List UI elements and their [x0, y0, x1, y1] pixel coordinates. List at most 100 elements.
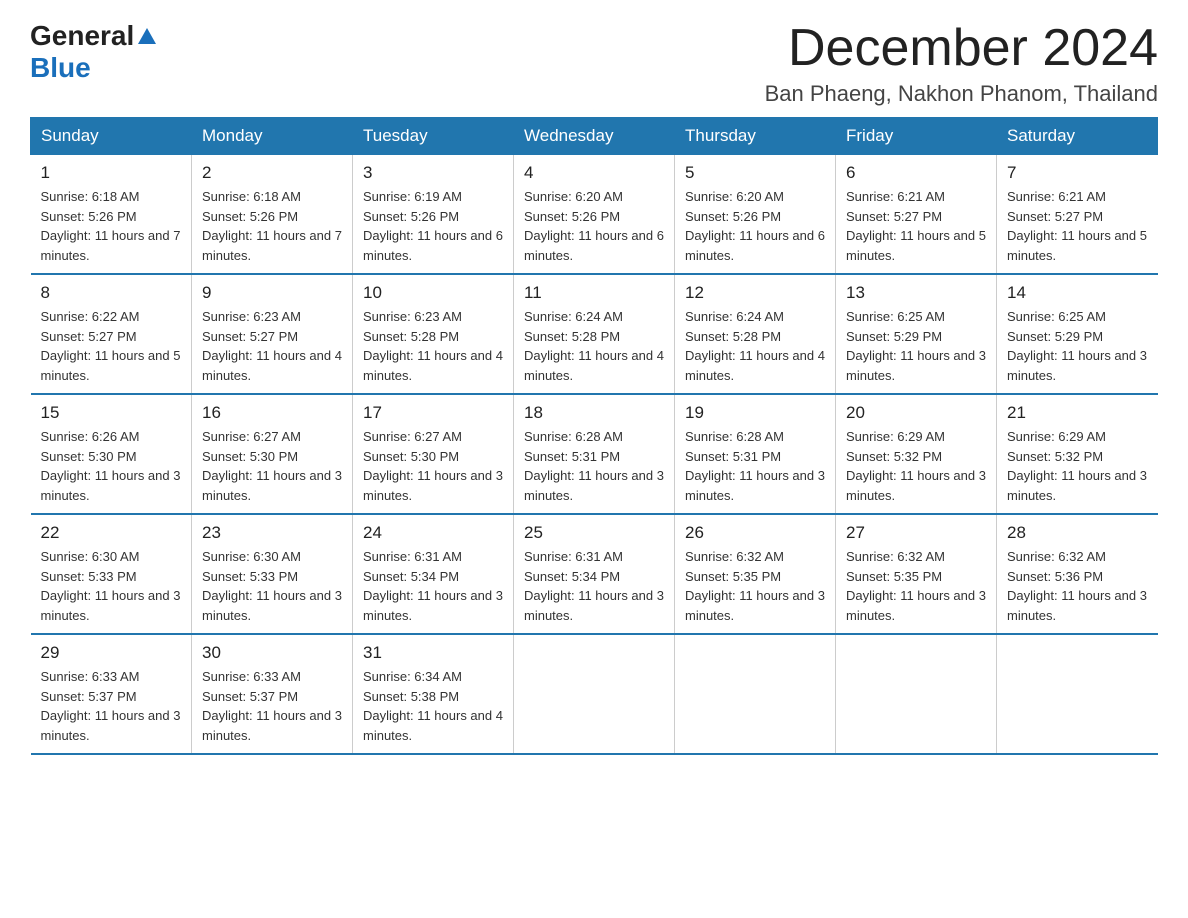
day-info: Sunrise: 6:32 AM Sunset: 5:35 PM Dayligh… [685, 547, 825, 625]
calendar-cell: 2 Sunrise: 6:18 AM Sunset: 5:26 PM Dayli… [192, 155, 353, 275]
day-info: Sunrise: 6:25 AM Sunset: 5:29 PM Dayligh… [846, 307, 986, 385]
day-header-monday: Monday [192, 118, 353, 155]
day-info: Sunrise: 6:31 AM Sunset: 5:34 PM Dayligh… [363, 547, 503, 625]
day-number: 14 [1007, 283, 1148, 303]
day-number: 1 [41, 163, 182, 183]
calendar-cell: 5 Sunrise: 6:20 AM Sunset: 5:26 PM Dayli… [675, 155, 836, 275]
calendar-week-row: 29 Sunrise: 6:33 AM Sunset: 5:37 PM Dayl… [31, 634, 1158, 754]
calendar-cell: 31 Sunrise: 6:34 AM Sunset: 5:38 PM Dayl… [353, 634, 514, 754]
calendar-cell: 28 Sunrise: 6:32 AM Sunset: 5:36 PM Dayl… [997, 514, 1158, 634]
day-number: 21 [1007, 403, 1148, 423]
day-info: Sunrise: 6:21 AM Sunset: 5:27 PM Dayligh… [1007, 187, 1148, 265]
calendar-cell: 22 Sunrise: 6:30 AM Sunset: 5:33 PM Dayl… [31, 514, 192, 634]
calendar-cell [836, 634, 997, 754]
calendar-cell: 16 Sunrise: 6:27 AM Sunset: 5:30 PM Dayl… [192, 394, 353, 514]
day-number: 18 [524, 403, 664, 423]
day-number: 27 [846, 523, 986, 543]
logo-blue-text: Blue [30, 52, 91, 84]
calendar-week-row: 22 Sunrise: 6:30 AM Sunset: 5:33 PM Dayl… [31, 514, 1158, 634]
day-info: Sunrise: 6:33 AM Sunset: 5:37 PM Dayligh… [202, 667, 342, 745]
calendar-header-row: SundayMondayTuesdayWednesdayThursdayFrid… [31, 118, 1158, 155]
calendar-cell: 26 Sunrise: 6:32 AM Sunset: 5:35 PM Dayl… [675, 514, 836, 634]
day-info: Sunrise: 6:24 AM Sunset: 5:28 PM Dayligh… [524, 307, 664, 385]
calendar-cell: 24 Sunrise: 6:31 AM Sunset: 5:34 PM Dayl… [353, 514, 514, 634]
calendar-week-row: 8 Sunrise: 6:22 AM Sunset: 5:27 PM Dayli… [31, 274, 1158, 394]
day-number: 4 [524, 163, 664, 183]
calendar-cell: 25 Sunrise: 6:31 AM Sunset: 5:34 PM Dayl… [514, 514, 675, 634]
calendar-cell: 3 Sunrise: 6:19 AM Sunset: 5:26 PM Dayli… [353, 155, 514, 275]
calendar-week-row: 1 Sunrise: 6:18 AM Sunset: 5:26 PM Dayli… [31, 155, 1158, 275]
day-number: 11 [524, 283, 664, 303]
logo: General Blue [30, 20, 158, 84]
calendar-cell: 29 Sunrise: 6:33 AM Sunset: 5:37 PM Dayl… [31, 634, 192, 754]
day-number: 10 [363, 283, 503, 303]
day-header-wednesday: Wednesday [514, 118, 675, 155]
day-info: Sunrise: 6:20 AM Sunset: 5:26 PM Dayligh… [685, 187, 825, 265]
calendar-cell: 4 Sunrise: 6:20 AM Sunset: 5:26 PM Dayli… [514, 155, 675, 275]
day-info: Sunrise: 6:29 AM Sunset: 5:32 PM Dayligh… [1007, 427, 1148, 505]
day-info: Sunrise: 6:32 AM Sunset: 5:35 PM Dayligh… [846, 547, 986, 625]
logo-general-text: General [30, 20, 134, 52]
calendar-cell: 13 Sunrise: 6:25 AM Sunset: 5:29 PM Dayl… [836, 274, 997, 394]
day-number: 16 [202, 403, 342, 423]
day-info: Sunrise: 6:26 AM Sunset: 5:30 PM Dayligh… [41, 427, 182, 505]
day-number: 3 [363, 163, 503, 183]
day-header-sunday: Sunday [31, 118, 192, 155]
day-info: Sunrise: 6:22 AM Sunset: 5:27 PM Dayligh… [41, 307, 182, 385]
day-info: Sunrise: 6:30 AM Sunset: 5:33 PM Dayligh… [41, 547, 182, 625]
day-info: Sunrise: 6:18 AM Sunset: 5:26 PM Dayligh… [202, 187, 342, 265]
day-info: Sunrise: 6:32 AM Sunset: 5:36 PM Dayligh… [1007, 547, 1148, 625]
day-number: 13 [846, 283, 986, 303]
day-number: 20 [846, 403, 986, 423]
day-info: Sunrise: 6:23 AM Sunset: 5:28 PM Dayligh… [363, 307, 503, 385]
day-info: Sunrise: 6:30 AM Sunset: 5:33 PM Dayligh… [202, 547, 342, 625]
calendar-table: SundayMondayTuesdayWednesdayThursdayFrid… [30, 117, 1158, 755]
day-number: 19 [685, 403, 825, 423]
calendar-cell: 15 Sunrise: 6:26 AM Sunset: 5:30 PM Dayl… [31, 394, 192, 514]
calendar-cell: 14 Sunrise: 6:25 AM Sunset: 5:29 PM Dayl… [997, 274, 1158, 394]
day-number: 17 [363, 403, 503, 423]
calendar-title: December 2024 [765, 20, 1158, 77]
day-number: 30 [202, 643, 342, 663]
day-info: Sunrise: 6:27 AM Sunset: 5:30 PM Dayligh… [363, 427, 503, 505]
calendar-cell: 8 Sunrise: 6:22 AM Sunset: 5:27 PM Dayli… [31, 274, 192, 394]
calendar-cell [997, 634, 1158, 754]
calendar-cell: 23 Sunrise: 6:30 AM Sunset: 5:33 PM Dayl… [192, 514, 353, 634]
day-number: 22 [41, 523, 182, 543]
day-number: 15 [41, 403, 182, 423]
calendar-cell: 9 Sunrise: 6:23 AM Sunset: 5:27 PM Dayli… [192, 274, 353, 394]
day-number: 8 [41, 283, 182, 303]
day-info: Sunrise: 6:31 AM Sunset: 5:34 PM Dayligh… [524, 547, 664, 625]
day-info: Sunrise: 6:21 AM Sunset: 5:27 PM Dayligh… [846, 187, 986, 265]
day-number: 6 [846, 163, 986, 183]
title-block: December 2024 Ban Phaeng, Nakhon Phanom,… [765, 20, 1158, 107]
day-info: Sunrise: 6:24 AM Sunset: 5:28 PM Dayligh… [685, 307, 825, 385]
day-number: 29 [41, 643, 182, 663]
calendar-cell: 1 Sunrise: 6:18 AM Sunset: 5:26 PM Dayli… [31, 155, 192, 275]
day-number: 25 [524, 523, 664, 543]
day-header-saturday: Saturday [997, 118, 1158, 155]
day-number: 9 [202, 283, 342, 303]
calendar-cell [675, 634, 836, 754]
calendar-cell: 18 Sunrise: 6:28 AM Sunset: 5:31 PM Dayl… [514, 394, 675, 514]
day-info: Sunrise: 6:18 AM Sunset: 5:26 PM Dayligh… [41, 187, 182, 265]
day-info: Sunrise: 6:28 AM Sunset: 5:31 PM Dayligh… [524, 427, 664, 505]
logo-triangle-icon [136, 26, 158, 46]
calendar-subtitle: Ban Phaeng, Nakhon Phanom, Thailand [765, 81, 1158, 107]
day-number: 5 [685, 163, 825, 183]
calendar-cell: 10 Sunrise: 6:23 AM Sunset: 5:28 PM Dayl… [353, 274, 514, 394]
day-header-friday: Friday [836, 118, 997, 155]
calendar-cell: 6 Sunrise: 6:21 AM Sunset: 5:27 PM Dayli… [836, 155, 997, 275]
day-info: Sunrise: 6:29 AM Sunset: 5:32 PM Dayligh… [846, 427, 986, 505]
day-header-tuesday: Tuesday [353, 118, 514, 155]
day-info: Sunrise: 6:27 AM Sunset: 5:30 PM Dayligh… [202, 427, 342, 505]
day-info: Sunrise: 6:28 AM Sunset: 5:31 PM Dayligh… [685, 427, 825, 505]
calendar-cell: 11 Sunrise: 6:24 AM Sunset: 5:28 PM Dayl… [514, 274, 675, 394]
day-number: 31 [363, 643, 503, 663]
day-info: Sunrise: 6:34 AM Sunset: 5:38 PM Dayligh… [363, 667, 503, 745]
day-number: 12 [685, 283, 825, 303]
day-info: Sunrise: 6:25 AM Sunset: 5:29 PM Dayligh… [1007, 307, 1148, 385]
day-info: Sunrise: 6:23 AM Sunset: 5:27 PM Dayligh… [202, 307, 342, 385]
day-info: Sunrise: 6:20 AM Sunset: 5:26 PM Dayligh… [524, 187, 664, 265]
day-info: Sunrise: 6:19 AM Sunset: 5:26 PM Dayligh… [363, 187, 503, 265]
